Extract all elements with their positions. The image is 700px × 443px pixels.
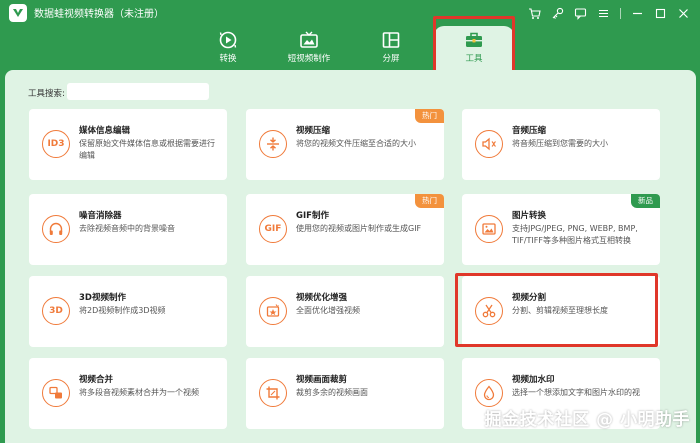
tool-card-audio-compress[interactable]: 音频压缩 将音频压缩到您需要的大小 [462,109,660,180]
tool-card-3d-video[interactable]: 3D 3D视频制作 将2D视频制作成3D视频 [29,276,227,347]
app-title: 数据蛙视频转换器（未注册） [34,9,164,20]
card-desc: 将音频压缩到您需要的大小 [512,139,608,148]
main-nav: 转换 短视频制作 分屏 工具 [0,26,700,72]
tool-card-media-info[interactable]: ID3 媒体信息编辑 保留原始文件媒体信息或根据需要进行编辑 [29,109,227,180]
menu-icon[interactable] [597,7,610,20]
card-desc: 全面优化增强视频 [296,306,360,315]
control-divider [620,7,621,19]
tool-card-image-convert[interactable]: 图片转换 支持JPG/JPEG, PNG, WEBP, BMP, TIF/TIF… [462,194,660,265]
card-title: 视频画面裁剪 [296,375,348,385]
card-title: GIF制作 [296,211,329,221]
tools-panel: 工具搜索: ID3 媒体信息编辑 保留原始文件媒体信息或根据需要进行编辑 视频压… [5,70,696,443]
close-icon[interactable] [677,7,690,20]
tool-card-video-compress[interactable]: 视频压缩 将您的视频文件压缩至合适的大小 热门 [246,109,444,180]
app-logo-icon [9,4,27,22]
card-title: 噪音消除器 [79,211,122,221]
minimize-icon[interactable] [631,7,644,20]
search-label: 工具搜索: [28,89,65,99]
split-screen-icon [380,30,402,50]
tool-card-video-crop[interactable]: 视频画面裁剪 裁剪多余的视频画面 [246,358,444,429]
card-desc: 去除视频音频中的背景噪音 [79,224,175,233]
maximize-icon[interactable] [654,7,667,20]
tool-card-noise-remover[interactable]: 噪音消除器 去除视频音频中的背景噪音 [29,194,227,265]
card-desc: 选择一个想添加文字和图片水印的视 [512,388,640,397]
card-desc: 裁剪多余的视频画面 [296,388,368,397]
tool-card-video-enhance[interactable]: 视频优化增强 全面优化增强视频 [246,276,444,347]
tools-tab-highlight [433,16,515,75]
gif-icon: GIF [259,215,287,243]
merge-icon [42,379,70,407]
card-desc: 使用您的视频或图片制作或生成GIF [296,224,422,233]
card-desc: 将多段音视频素材合并为一个视频 [79,388,199,397]
window-controls [528,4,690,22]
card-desc: 保留原始文件媒体信息或根据需要进行编辑 [79,139,215,160]
3d-icon: 3D [42,297,70,325]
card-title: 视频优化增强 [296,293,348,303]
hot-badge: 热门 [415,194,444,208]
card-title: 媒体信息编辑 [79,126,131,136]
watermark-text: 掘金技术社区 @ 小明助手 [484,410,690,430]
card-title: 视频加水印 [512,375,555,385]
hot-badge: 热门 [415,109,444,123]
compress-icon [259,130,287,158]
chat-icon[interactable] [574,7,587,20]
headphones-icon [42,215,70,243]
tab-short-video[interactable]: 短视频制作 [269,26,349,70]
audio-compress-icon [475,130,503,158]
card-title: 3D视频制作 [79,293,126,303]
search-input[interactable] [67,83,209,100]
crop-icon [259,379,287,407]
convert-icon [217,30,239,50]
image-convert-icon [475,215,503,243]
cart-icon[interactable] [528,7,541,20]
id3-icon: ID3 [42,130,70,158]
tab-label: 短视频制作 [287,54,331,64]
tab-label: 转换 [219,54,237,64]
tab-convert[interactable]: 转换 [188,26,268,70]
card-title: 视频合并 [79,375,114,385]
tool-card-gif-maker[interactable]: GIF GIF制作 使用您的视频或图片制作或生成GIF 热门 [246,194,444,265]
card-desc: 将2D视频制作成3D视频 [79,306,166,315]
card-title: 视频压缩 [296,126,331,136]
card-title: 图片转换 [512,211,547,221]
watermark-icon [475,379,503,407]
video-split-highlight [455,273,658,347]
card-title: 音频压缩 [512,126,547,136]
tab-label: 分屏 [382,54,400,64]
new-badge: 新品 [631,194,660,208]
tv-icon [298,30,320,50]
enhance-icon [259,297,287,325]
title-bar: 数据蛙视频转换器（未注册） [0,0,700,26]
card-desc: 将您的视频文件压缩至合适的大小 [296,139,416,148]
tool-card-video-merge[interactable]: 视频合并 将多段音视频素材合并为一个视频 [29,358,227,429]
key-icon[interactable] [551,7,564,20]
card-desc: 支持JPG/JPEG, PNG, WEBP, BMP, TIF/TIFF等多种图… [512,224,638,245]
tab-split-screen[interactable]: 分屏 [351,26,431,70]
